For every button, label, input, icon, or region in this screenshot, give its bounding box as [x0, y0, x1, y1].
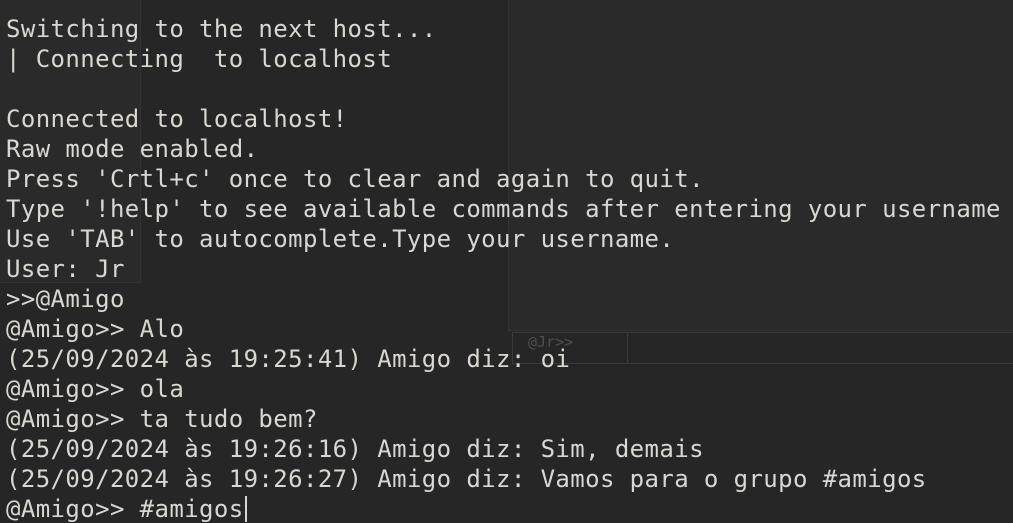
- output-line: Raw mode enabled.: [6, 135, 259, 163]
- input-line[interactable]: @Amigo>> #amigos: [6, 494, 1001, 523]
- output-line: User: Jr: [6, 255, 125, 283]
- output-line: (25/09/2024 às 19:26:27) Amigo diz: Vamo…: [6, 465, 927, 493]
- output-line: Type '!help' to see available commands a…: [6, 195, 1001, 223]
- output-line: >>@Amigo: [6, 285, 125, 313]
- terminal-window[interactable]: @Jr>> Switching to the next host... | Co…: [0, 0, 1013, 523]
- output-line: Press 'Crtl+c' once to clear and again t…: [6, 165, 704, 193]
- output-line: @Amigo>> ta tudo bem?: [6, 405, 318, 433]
- terminal-output: Switching to the next host... | Connecti…: [6, 14, 1001, 523]
- output-line: Switching to the next host...: [6, 15, 437, 43]
- input-text[interactable]: @Amigo>> #amigos: [6, 495, 244, 523]
- output-line: @Amigo>> Alo: [6, 315, 185, 343]
- output-line: Use 'TAB' to autocomplete.Type your user…: [6, 225, 675, 253]
- output-line: @Amigo>> ola: [6, 375, 185, 403]
- output-line: (25/09/2024 às 19:25:41) Amigo diz: oi: [6, 345, 571, 373]
- output-line: | Connecting to localhost: [6, 45, 393, 73]
- output-line: (25/09/2024 às 19:26:16) Amigo diz: Sim,…: [6, 435, 704, 463]
- output-line: Connected to localhost!: [6, 105, 348, 133]
- text-cursor: [244, 496, 247, 522]
